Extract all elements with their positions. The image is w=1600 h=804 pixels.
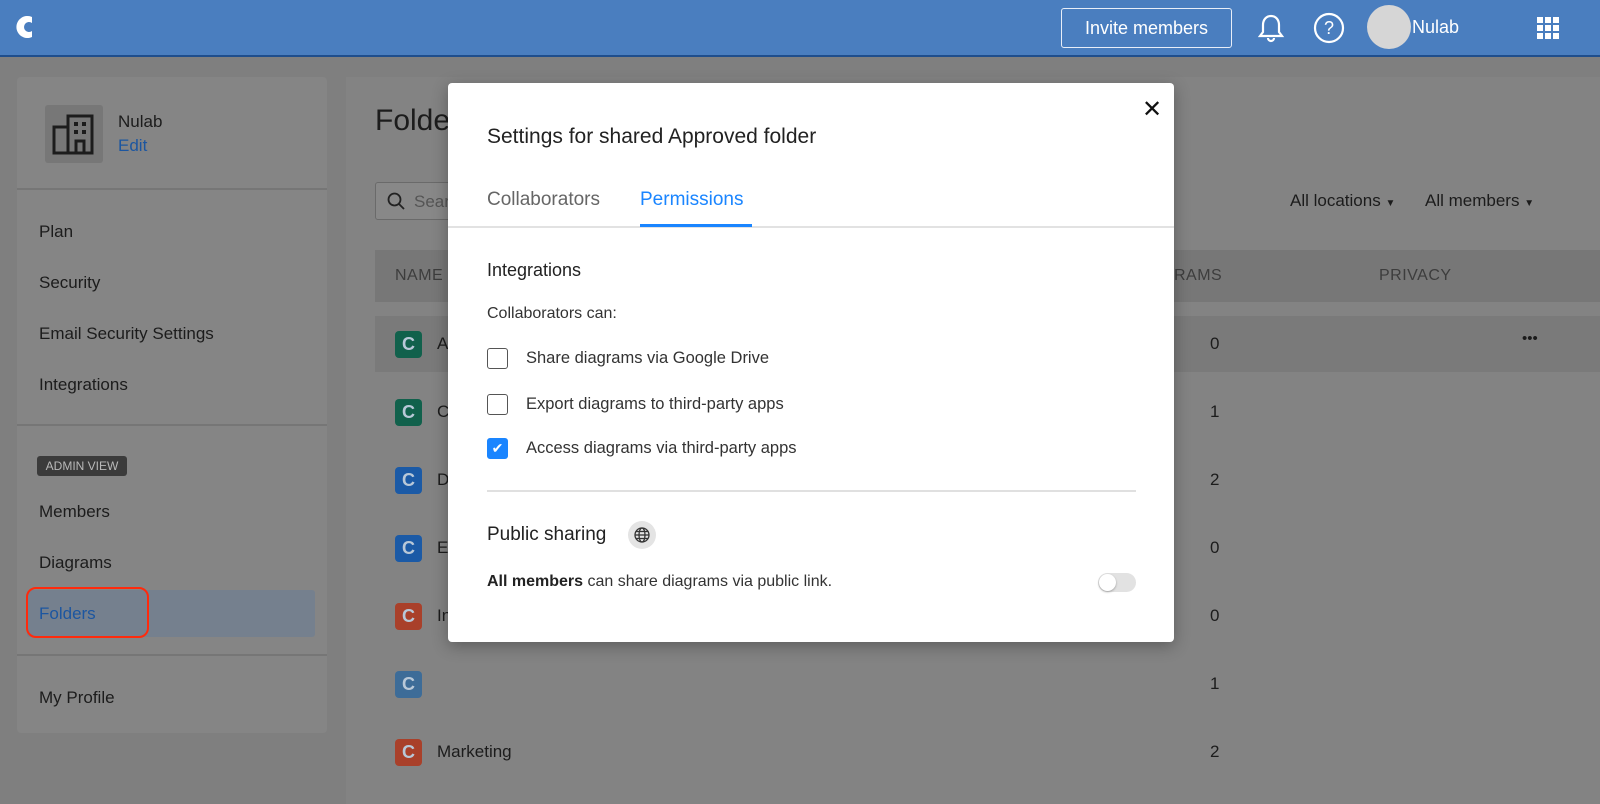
folder-icon: C (395, 399, 422, 426)
integrations-heading: Integrations (487, 260, 582, 280)
folder-settings-modal: Settings for shared Approved folder ✕ Co… (448, 83, 1174, 642)
sidebar-item-diagrams[interactable]: Diagrams (39, 553, 112, 573)
sidebar-item-plan[interactable]: Plan (39, 222, 73, 242)
column-name[interactable]: NAME (395, 267, 443, 285)
folder-icon: C (395, 331, 422, 358)
sidebar-item-email-security[interactable]: Email Security Settings (39, 324, 214, 344)
access-third-party-checkbox[interactable]: ✔ (487, 438, 508, 459)
diagram-count: 2 (1210, 470, 1220, 489)
help-icon[interactable]: ? (1313, 12, 1345, 44)
share-google-drive-checkbox[interactable] (487, 348, 508, 369)
modal-title: Settings for shared Approved folder (487, 125, 817, 148)
tab-permissions[interactable]: Permissions (640, 189, 743, 211)
admin-view-badge: ADMIN VIEW (37, 456, 127, 476)
close-icon[interactable]: ✕ (1142, 95, 1162, 124)
bell-icon[interactable] (1257, 13, 1285, 43)
cacoo-logo-icon[interactable] (12, 14, 34, 40)
more-options-icon[interactable]: ••• (1522, 330, 1538, 347)
avatar[interactable] (1367, 5, 1411, 49)
sidebar-item-integrations[interactable]: Integrations (39, 375, 128, 395)
folder-icon: C (395, 671, 422, 698)
diagram-count: 1 (1210, 674, 1220, 693)
public-sharing-toggle[interactable] (1098, 573, 1136, 592)
search-icon (387, 192, 405, 210)
tab-collaborators[interactable]: Collaborators (487, 189, 600, 211)
column-diagrams[interactable]: RAMS (1174, 267, 1222, 285)
divider (17, 654, 327, 656)
folder-name[interactable]: Marketing (437, 742, 512, 762)
public-sharing-text: can share diagrams via public link. (583, 573, 833, 590)
public-sharing-heading: Public sharing (487, 524, 607, 545)
diagram-count: 1 (1210, 402, 1220, 421)
folder-icon: C (395, 467, 422, 494)
folder-icon: C (395, 603, 422, 630)
folder-icon: C (395, 739, 422, 766)
column-privacy[interactable]: PRIVACY (1379, 267, 1452, 285)
folder-icon: C (395, 535, 422, 562)
divider (17, 424, 327, 426)
diagram-count: 0 (1210, 606, 1220, 625)
user-name[interactable]: Nulab (1412, 17, 1459, 38)
diagram-count: 0 (1210, 334, 1220, 353)
access-third-party-label[interactable]: Access diagrams via third-party apps (526, 439, 797, 458)
globe-icon (628, 521, 656, 549)
location-filter[interactable]: All locations ▼ (1290, 191, 1395, 211)
export-third-party-label[interactable]: Export diagrams to third-party apps (526, 395, 784, 414)
public-sharing-description: All members can share diagrams via publi… (487, 573, 832, 591)
organization-icon (45, 105, 103, 163)
member-filter-label: All members (1425, 191, 1520, 210)
share-google-drive-label[interactable]: Share diagrams via Google Drive (526, 349, 769, 368)
diagram-count: 0 (1210, 538, 1220, 557)
table-row[interactable]: C 1 (375, 656, 1600, 712)
diagram-count: 2 (1210, 742, 1220, 761)
svg-text:?: ? (1324, 18, 1334, 38)
page-title: Folde (375, 104, 451, 137)
checkmark-icon: ✔ (491, 440, 504, 456)
public-sharing-scope: All members (487, 573, 584, 590)
member-filter[interactable]: All members ▼ (1425, 191, 1534, 211)
sidebar-item-members[interactable]: Members (39, 502, 110, 522)
edit-org-link[interactable]: Edit (118, 136, 147, 156)
active-tab-indicator (640, 224, 752, 227)
apps-grid-icon[interactable] (1537, 17, 1559, 39)
collaborators-can-label: Collaborators can: (487, 305, 617, 322)
invite-members-button[interactable]: Invite members (1061, 8, 1232, 48)
sidebar-item-folders[interactable]: Folders (39, 604, 96, 624)
folder-name[interactable]: A (437, 334, 448, 354)
top-bar: Invite members ? Nulab (0, 0, 1600, 57)
divider (17, 188, 327, 190)
export-third-party-checkbox[interactable] (487, 394, 508, 415)
table-row[interactable]: C Marketing 2 (375, 724, 1600, 780)
caret-down-icon: ▼ (1524, 198, 1535, 209)
sidebar-item-my-profile[interactable]: My Profile (39, 688, 115, 708)
location-filter-label: All locations (1290, 191, 1381, 210)
search-placeholder: Sear (414, 192, 450, 211)
sidebar-item-security[interactable]: Security (39, 273, 100, 293)
divider (487, 490, 1136, 492)
caret-down-icon: ▼ (1385, 198, 1396, 209)
org-name: Nulab (118, 112, 163, 131)
tab-bar-border (448, 226, 1174, 228)
folder-name[interactable]: E (437, 538, 448, 558)
